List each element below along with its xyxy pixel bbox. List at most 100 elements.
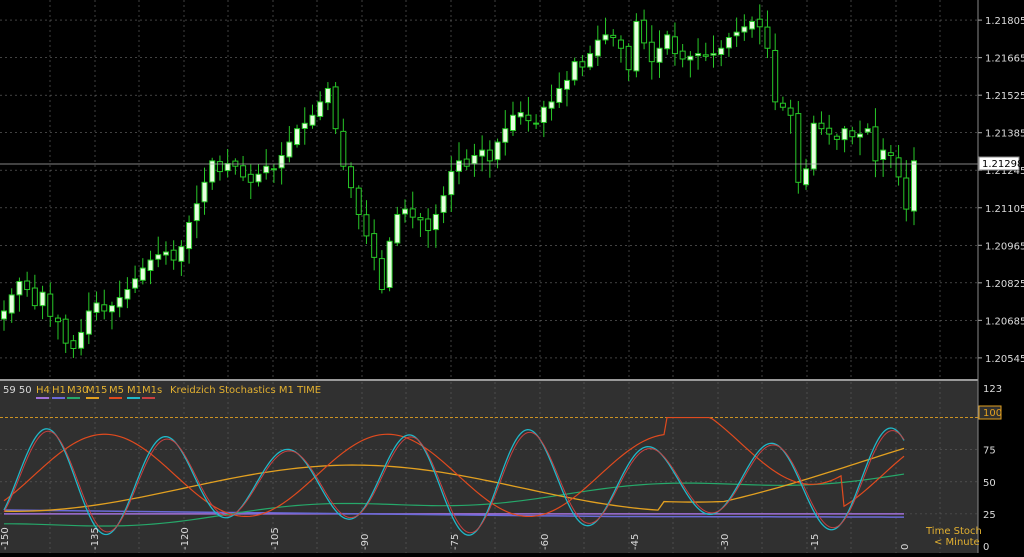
candle-body [16, 280, 23, 296]
candle-body [509, 114, 516, 132]
candle-body [502, 128, 509, 143]
time-tick-label: -90 [360, 534, 371, 550]
candle-body [8, 294, 15, 314]
ind-tick-label: 123 [983, 384, 1002, 395]
candle-body [309, 114, 316, 126]
candle-body [378, 258, 385, 291]
candle-body [255, 173, 262, 183]
chart-canvas[interactable]: 1.218051.216651.215251.213851.212451.211… [0, 0, 1024, 553]
price-tick-label: 1.20545 [985, 354, 1024, 365]
ind-tick-label: 50 [983, 478, 996, 489]
candle-body [563, 79, 570, 90]
candle-body [671, 36, 678, 55]
legend-label: H4 [36, 385, 50, 396]
candle-body [764, 26, 771, 49]
candle-body [911, 160, 917, 212]
candle-body [479, 149, 486, 157]
candle-body [679, 50, 686, 60]
candle-body [895, 157, 902, 178]
legend-label: M1 [127, 385, 142, 396]
candle-body [240, 165, 247, 178]
ind-tick-label: 0 [983, 542, 989, 553]
candle-body [610, 34, 617, 39]
candle-body [548, 101, 555, 109]
candle-body [803, 168, 810, 186]
candle-body [648, 41, 655, 63]
time-tick-label: -135 [90, 527, 101, 550]
candle-body [24, 280, 31, 291]
candle-body [139, 267, 146, 281]
price-tick-label: 1.20965 [985, 241, 1024, 252]
price-tick-label: 1.20685 [985, 316, 1024, 327]
candle-body [718, 47, 725, 56]
level-100-label: 100 [983, 408, 1002, 419]
candle-body [556, 87, 563, 103]
candle-body [425, 218, 432, 232]
candle-body [224, 163, 231, 172]
candle-body [617, 39, 624, 49]
candle-body [787, 107, 794, 116]
candle-body [517, 112, 524, 118]
candle-body [247, 173, 254, 183]
candle-body [93, 302, 100, 313]
candle-body [332, 86, 339, 130]
candle-body [903, 177, 910, 210]
candle-body [749, 20, 756, 30]
candle-body [108, 305, 115, 313]
candle-body [772, 49, 779, 103]
candle-body [186, 222, 193, 250]
candle-body [54, 317, 61, 323]
candle-body [741, 26, 748, 33]
candle-body [540, 106, 547, 123]
candle-body [386, 240, 393, 288]
price-tick-label: 1.21665 [985, 54, 1024, 65]
candle-body [355, 187, 362, 215]
candle-body [571, 61, 578, 81]
candle-body [594, 39, 601, 57]
candle-body [641, 19, 648, 44]
candle-body [155, 254, 162, 260]
candle-body [371, 233, 378, 258]
candle-body [533, 122, 540, 125]
candle-body [779, 102, 786, 108]
time-tick-label: -60 [540, 534, 551, 550]
candle-body [687, 55, 694, 61]
ind-tick-label: 75 [983, 446, 996, 457]
candle-body [193, 203, 200, 222]
candle-body [162, 251, 169, 256]
time-stoch-label: Time Stoch [925, 526, 982, 537]
candle-body [810, 122, 817, 170]
time-tick-label: -30 [720, 534, 731, 550]
candle-body [841, 128, 848, 141]
candle-body [525, 114, 532, 122]
candle-body [394, 213, 401, 244]
chart-window[interactable]: 1.21805 1.21665 1.21525 1.21385 1.21245 1.211… [0, 0, 1024, 553]
current-price-label: 1.21298 [982, 159, 1023, 170]
legend-label: M1s [142, 385, 162, 396]
candle-body [795, 113, 802, 183]
candle-body [116, 297, 123, 308]
candle-body [301, 122, 308, 129]
candle-body [101, 304, 108, 312]
candle-body [324, 87, 331, 104]
candle-body [340, 130, 347, 167]
candle-body [695, 53, 702, 57]
candle-body [579, 61, 586, 68]
candle-body [456, 160, 462, 172]
candle-body [440, 195, 447, 213]
candle-body [826, 127, 833, 135]
candle-body [78, 331, 85, 349]
candle-body [857, 133, 864, 138]
candle-body [818, 122, 825, 130]
candle-body [756, 18, 763, 28]
ind-tick-label: 25 [983, 510, 996, 521]
candle-body [147, 259, 154, 272]
candle-body [849, 130, 856, 138]
minute-label: < Minute [934, 537, 980, 548]
candle-body [633, 20, 640, 72]
candle-body [286, 141, 293, 158]
time-tick-label: -75 [450, 534, 461, 550]
candle-body [417, 217, 424, 221]
candle-body [278, 154, 285, 169]
candle-body [39, 291, 46, 307]
